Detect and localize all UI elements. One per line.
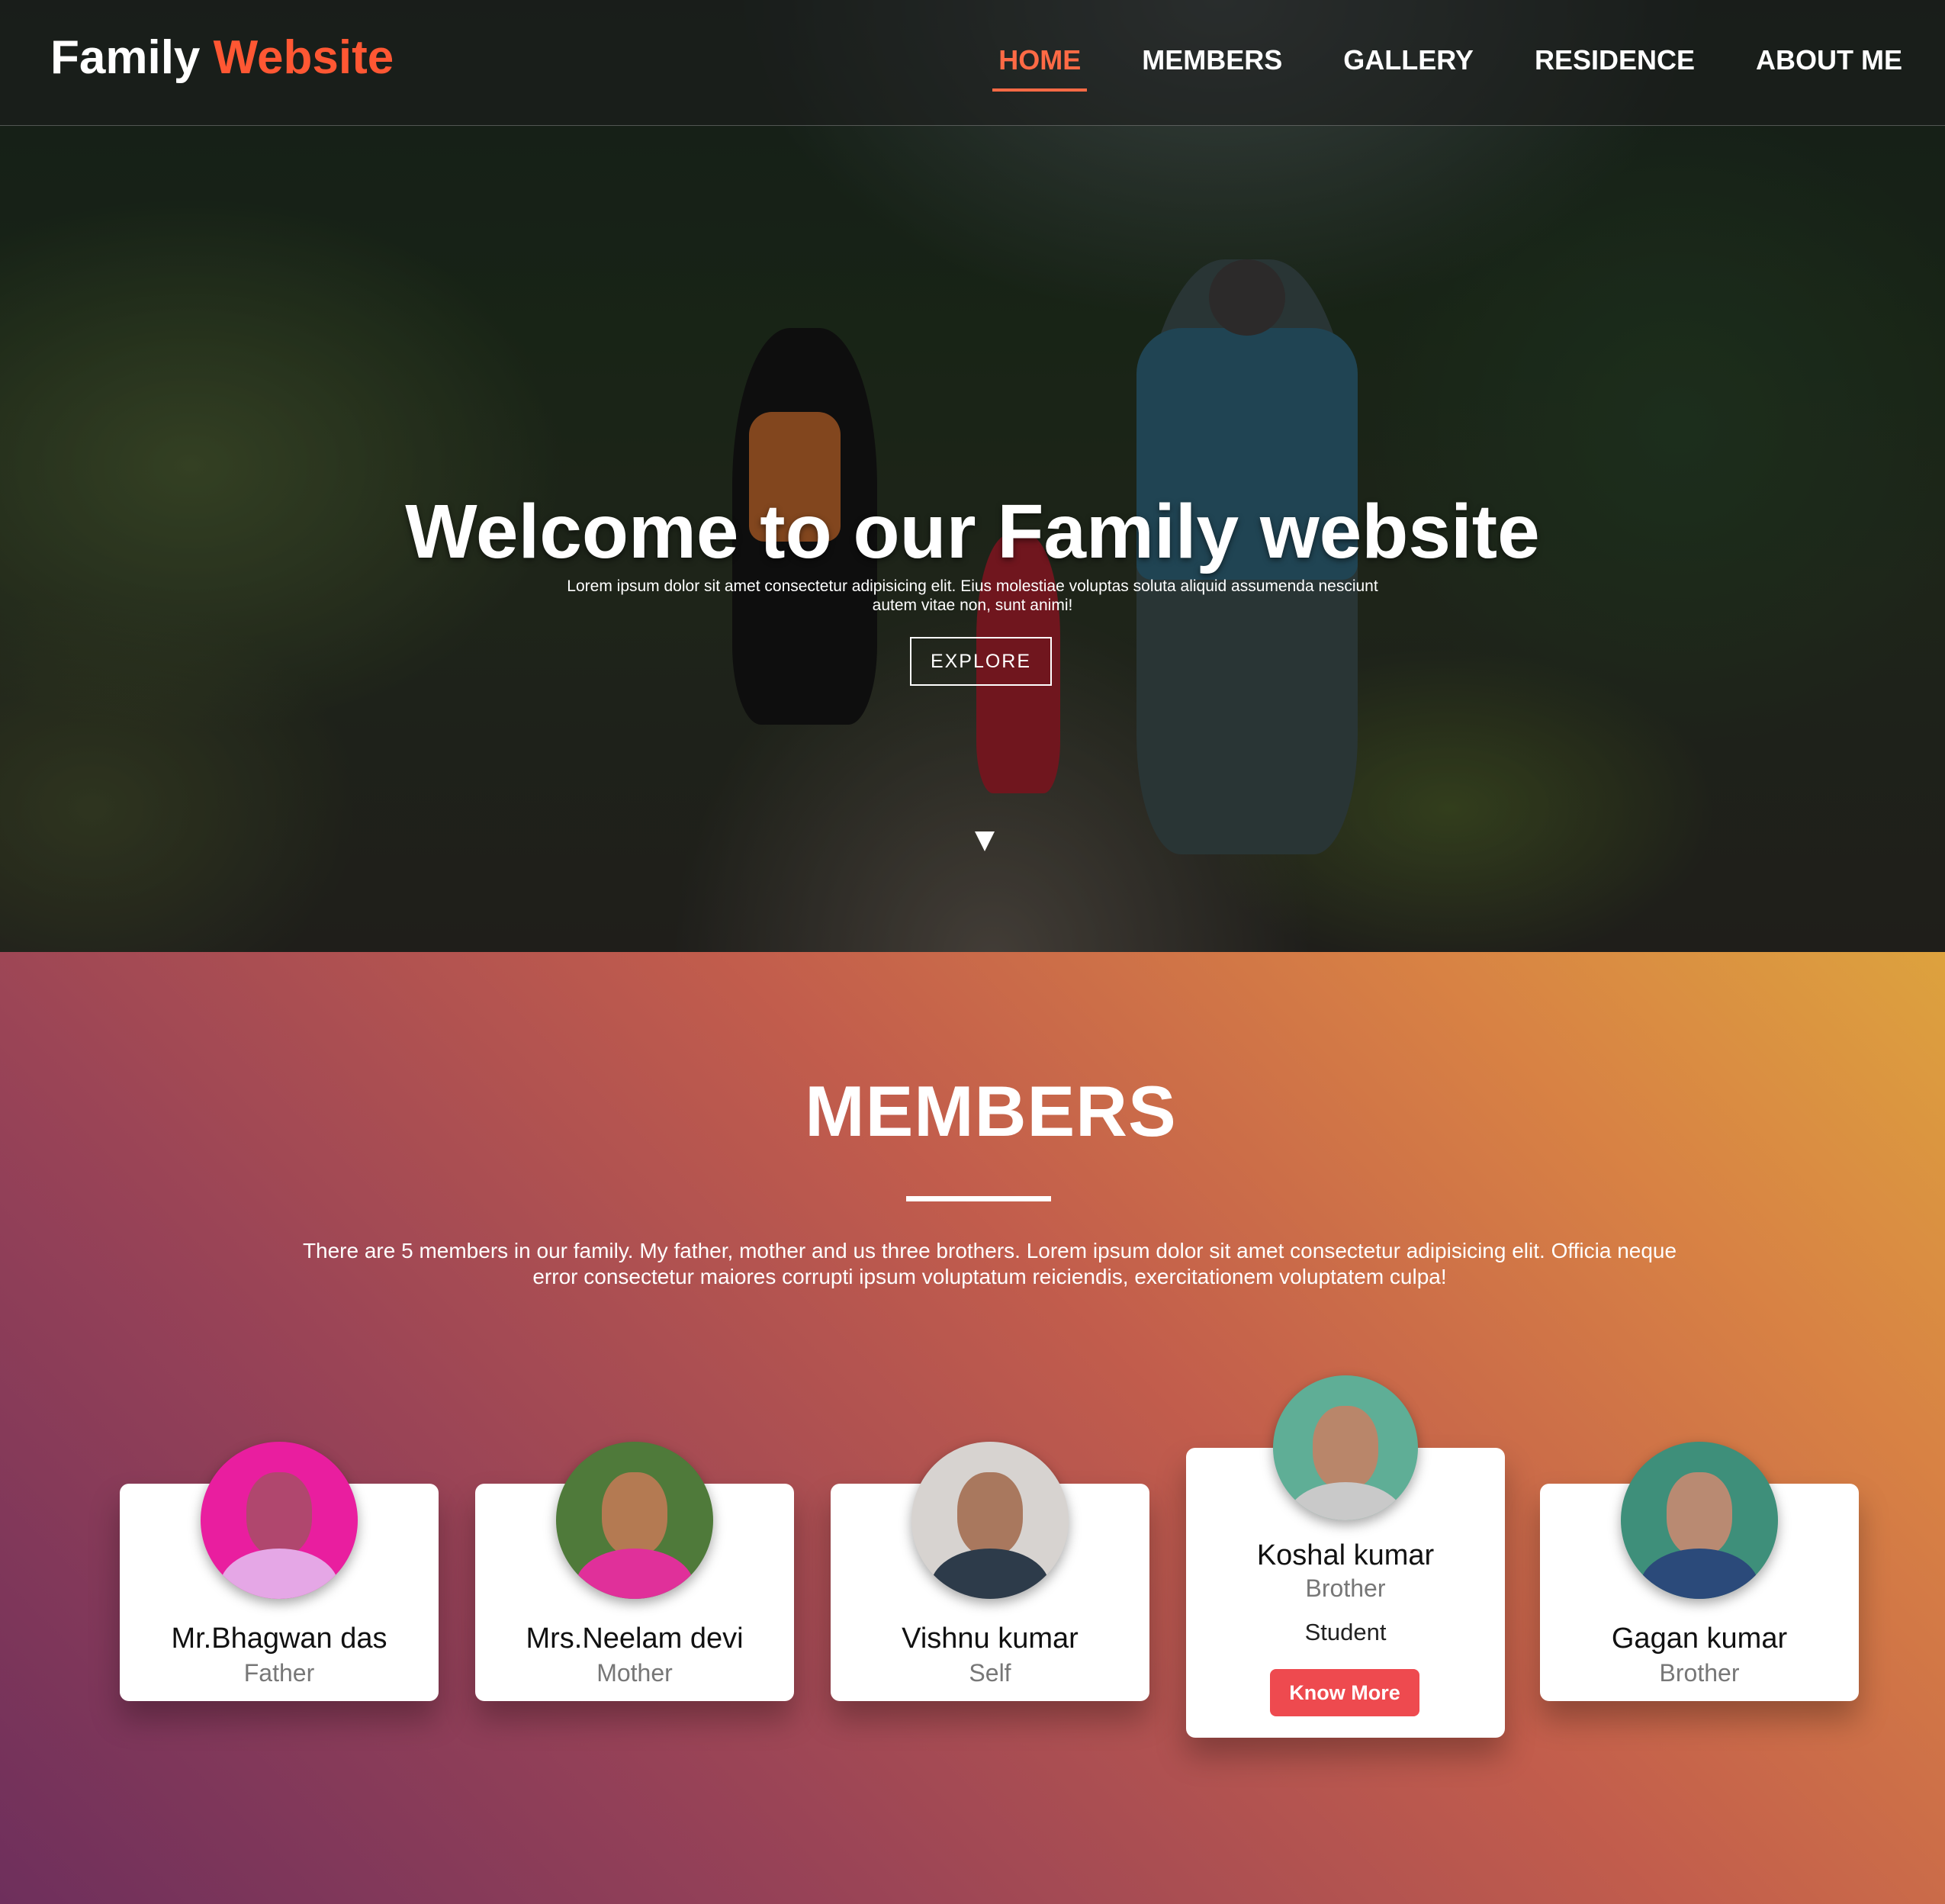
member-avatar bbox=[556, 1442, 713, 1599]
logo-text: Family bbox=[50, 31, 201, 84]
hero-overlay bbox=[0, 0, 1945, 952]
member-avatar bbox=[1273, 1375, 1418, 1520]
member-role: Brother bbox=[1659, 1659, 1740, 1687]
member-name: Gagan kumar bbox=[1611, 1623, 1788, 1655]
know-more-button[interactable]: Know More bbox=[1270, 1669, 1419, 1716]
member-card-featured[interactable]: Koshal kumar Brother Student Know More bbox=[1186, 1375, 1505, 1738]
title-divider bbox=[906, 1196, 1051, 1201]
nav-item-home[interactable]: HOME bbox=[992, 44, 1088, 92]
members-description: There are 5 members in our family. My fa… bbox=[302, 1239, 1677, 1288]
member-avatar bbox=[911, 1442, 1069, 1599]
member-name: Mrs.Neelam devi bbox=[526, 1623, 744, 1655]
members-title: MEMBERS bbox=[805, 1071, 1177, 1151]
site-logo[interactable]: Family Website bbox=[50, 31, 394, 85]
hero-subtitle: Lorem ipsum dolor sit amet consectetur a… bbox=[567, 577, 1378, 614]
member-occupation: Student bbox=[1304, 1619, 1387, 1645]
member-card[interactable]: Mrs.Neelam devi Mother bbox=[475, 1442, 794, 1701]
triangle-down-icon[interactable] bbox=[975, 831, 995, 851]
top-navbar: Family Website HOME MEMBERS GALLERY RESI… bbox=[0, 0, 1945, 126]
member-role: Father bbox=[243, 1659, 315, 1687]
hero-title: Welcome to our Family website bbox=[405, 489, 1540, 574]
nav-item-residence[interactable]: RESIDENCE bbox=[1529, 44, 1701, 92]
members-section: MEMBERS There are 5 members in our famil… bbox=[0, 952, 1945, 1904]
member-avatar bbox=[201, 1442, 358, 1599]
hero-section: Family Website HOME MEMBERS GALLERY RESI… bbox=[0, 0, 1945, 952]
member-role: Self bbox=[969, 1659, 1011, 1687]
member-name: Koshal kumar bbox=[1256, 1539, 1435, 1571]
member-avatar bbox=[1621, 1442, 1778, 1599]
member-role: Mother bbox=[596, 1659, 673, 1687]
logo-accent-text: Website bbox=[213, 31, 394, 84]
nav-item-about-me[interactable]: ABOUT ME bbox=[1750, 44, 1908, 92]
explore-button[interactable]: EXPLORE bbox=[910, 637, 1052, 686]
member-role: Brother bbox=[1305, 1574, 1386, 1602]
nav-item-gallery[interactable]: GALLERY bbox=[1337, 44, 1480, 92]
nav-item-members[interactable]: MEMBERS bbox=[1136, 44, 1288, 92]
member-card[interactable]: Vishnu kumar Self bbox=[831, 1442, 1149, 1701]
nav-menu: HOME MEMBERS GALLERY RESIDENCE ABOUT ME bbox=[944, 44, 1908, 92]
member-card[interactable]: Mr.Bhagwan das Father bbox=[120, 1442, 439, 1701]
member-name: Mr.Bhagwan das bbox=[171, 1623, 387, 1655]
member-name: Vishnu kumar bbox=[902, 1623, 1079, 1655]
member-card[interactable]: Gagan kumar Brother bbox=[1540, 1442, 1859, 1701]
